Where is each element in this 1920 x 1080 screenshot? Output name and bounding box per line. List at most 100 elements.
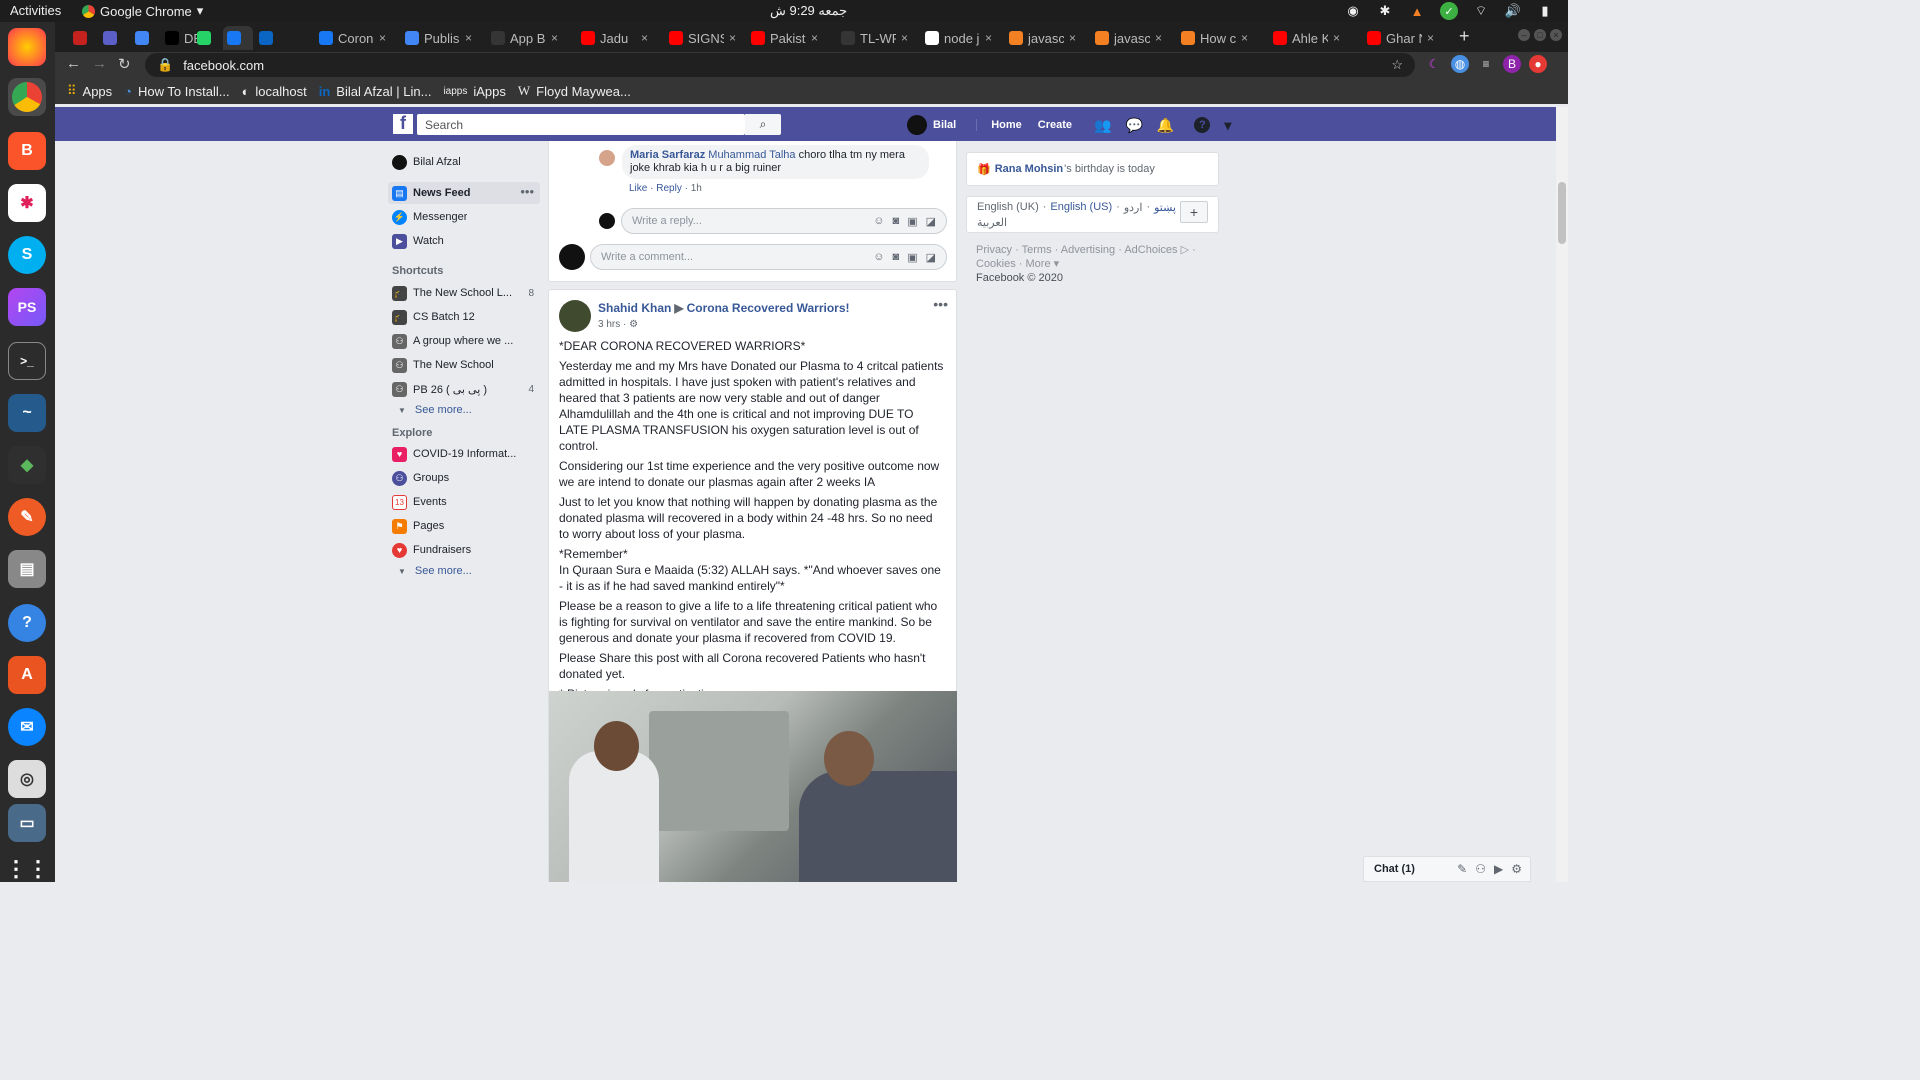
activities-button[interactable]: Activities [10,3,61,18]
sidebar-item-fundraisers[interactable]: ♥ Fundraisers [388,539,540,561]
chrome-dock-icon[interactable] [8,78,46,116]
help-icon[interactable]: ? [1194,117,1211,133]
tab-close-icon[interactable]: × [729,31,736,45]
bookmark-floyd[interactable]: W Floyd Maywea... [518,83,631,99]
phpstorm-icon[interactable]: PS [8,288,46,326]
show-apps-icon[interactable]: ⋮⋮ [5,850,49,888]
tab[interactable]: Pakist × [747,26,829,50]
thunderbird-icon[interactable]: ✉ [8,708,46,746]
tab-close-icon[interactable]: × [1241,31,1248,45]
tab-close-icon[interactable]: × [1069,31,1076,45]
wifi-icon[interactable]: ⌔ [1472,2,1490,20]
create-link[interactable]: Create [1038,119,1072,131]
gear-icon[interactable]: ⚙ [1511,862,1522,876]
scrollbar-thumb[interactable] [1558,182,1566,244]
tab[interactable] [255,26,279,50]
camera-icon[interactable]: ◙ [893,251,900,264]
tab-close-icon[interactable]: × [1427,31,1434,45]
tab-close-icon[interactable]: × [811,31,818,45]
reply-link[interactable]: Reply [656,183,682,194]
sidebar-item-watch[interactable]: ▶ Watch [388,230,540,252]
see-more-explore[interactable]: ▼ See more... [388,561,540,581]
tab[interactable] [69,26,93,50]
page-scrollbar[interactable] [1556,107,1568,882]
language-english-us[interactable]: English (US) [1050,201,1112,214]
tab-close-icon[interactable]: × [641,31,648,45]
tab[interactable]: How c × [1177,26,1259,50]
postman-icon[interactable]: ✎ [8,498,46,536]
extension-search-icon[interactable]: ◍ [1451,55,1469,73]
gif-icon[interactable]: ▣ [907,215,917,228]
emoji-icon[interactable]: ☺ [873,251,884,264]
footer-links[interactable]: Privacy · Terms · Advertising · AdChoice… [966,243,1219,271]
messenger-icon[interactable]: 💬 [1125,117,1142,134]
back-icon[interactable]: ← [66,55,81,72]
avatar[interactable] [599,150,615,166]
tab[interactable]: Coron × [315,26,397,50]
extension-moon-icon[interactable]: ☾ [1425,55,1443,73]
omnibox[interactable]: 🔒 facebook.com ☆ [145,53,1415,77]
profile-avatar[interactable]: B [1503,55,1521,73]
bookmark-localhost[interactable]: ◐ localhost [242,84,307,99]
maximize-button[interactable]: □ [1534,29,1546,41]
chat-label[interactable]: Chat (1) [1374,863,1415,875]
reload-icon[interactable]: ↻ [118,55,131,73]
sidebar-item-groups[interactable]: ⚇ Groups [388,467,540,489]
mysql-workbench-icon[interactable]: ~ [8,394,46,432]
friends-icon[interactable]: 👥 [1094,117,1111,134]
facebook-logo-icon[interactable]: f [393,113,413,134]
tab-close-icon[interactable]: × [379,31,386,45]
tab-close-icon[interactable]: × [901,31,908,45]
sidebar-item-shortcut[interactable]: ⚇ PB 26 ( پی بی ) 4 [388,378,540,400]
software-center-icon[interactable]: A [8,656,46,694]
tab-close-icon[interactable]: × [465,31,472,45]
language-english-uk[interactable]: English (UK) [977,201,1039,214]
skype-icon[interactable]: S [8,236,46,274]
sticker-icon[interactable]: ◪ [926,215,936,228]
bookmark-linkedin[interactable]: in Bilal Afzal | Lin... [319,84,432,99]
vlc-icon[interactable]: ▲ [1408,2,1426,20]
bell-icon[interactable]: 🔔 [1157,117,1174,134]
see-more-shortcuts[interactable]: ▼ See more... [388,400,540,420]
forward-icon[interactable]: → [92,55,107,72]
terminal-icon[interactable]: >_ [8,342,46,380]
tab[interactable] [131,26,155,50]
tab-close-icon[interactable]: × [1333,31,1340,45]
slack-icon[interactable]: ✱ [8,184,46,222]
bookmark-star-icon[interactable]: ☆ [1391,57,1403,73]
comment-mention[interactable]: Muhammad Talha [708,149,795,161]
tab[interactable]: SIGNS × [665,26,747,50]
close-window-button[interactable]: × [1550,29,1562,41]
tab[interactable] [99,26,123,50]
tab[interactable]: node j × [921,26,1003,50]
new-tab-button[interactable]: + [1459,26,1470,47]
slack-tray-icon[interactable]: ✱ [1376,2,1394,20]
check-icon[interactable]: ✓ [1440,2,1458,20]
files-icon[interactable]: ▤ [8,550,46,588]
sidebar-item-shortcut[interactable]: 🎓 CS Batch 12 [388,306,540,328]
language-urdu[interactable]: اردو [1124,201,1143,214]
tab[interactable] [193,26,217,50]
lock-icon[interactable]: 🔒 [157,57,173,73]
sidebar-item-covid[interactable]: ♥ COVID-19 Informat... [388,443,540,465]
sidebar-item-shortcut[interactable]: 🎓 The New School L... 8 [388,282,540,304]
emoji-icon[interactable]: ☺ [873,215,884,228]
tab[interactable]: TL-WR × [837,26,919,50]
sidebar-item-pages[interactable]: ⚑ Pages [388,515,540,537]
post-group[interactable]: Corona Recovered Warriors! [687,301,850,315]
avatar[interactable] [907,115,927,135]
battery-icon[interactable]: ▮ [1536,2,1554,20]
robo3t-icon[interactable]: ◆ [8,446,46,484]
birthday-name[interactable]: Rana Mohsin [995,163,1063,175]
comment-author[interactable]: Maria Sarfaraz [630,149,705,161]
new-message-icon[interactable]: ✎ [1457,862,1467,876]
tab-close-icon[interactable]: × [551,31,558,45]
tab[interactable]: javasc × [1005,26,1087,50]
create-group-icon[interactable]: ⚇ [1475,862,1486,876]
profile-link[interactable]: Bilal [933,119,956,131]
tab-close-icon[interactable]: × [1155,31,1162,45]
bookmark-apps[interactable]: ⠿ Apps [67,83,112,99]
avatar[interactable] [599,213,615,229]
tab[interactable]: Jadu × [577,26,659,50]
bookmark-iapps[interactable]: iapps iApps [443,84,505,99]
